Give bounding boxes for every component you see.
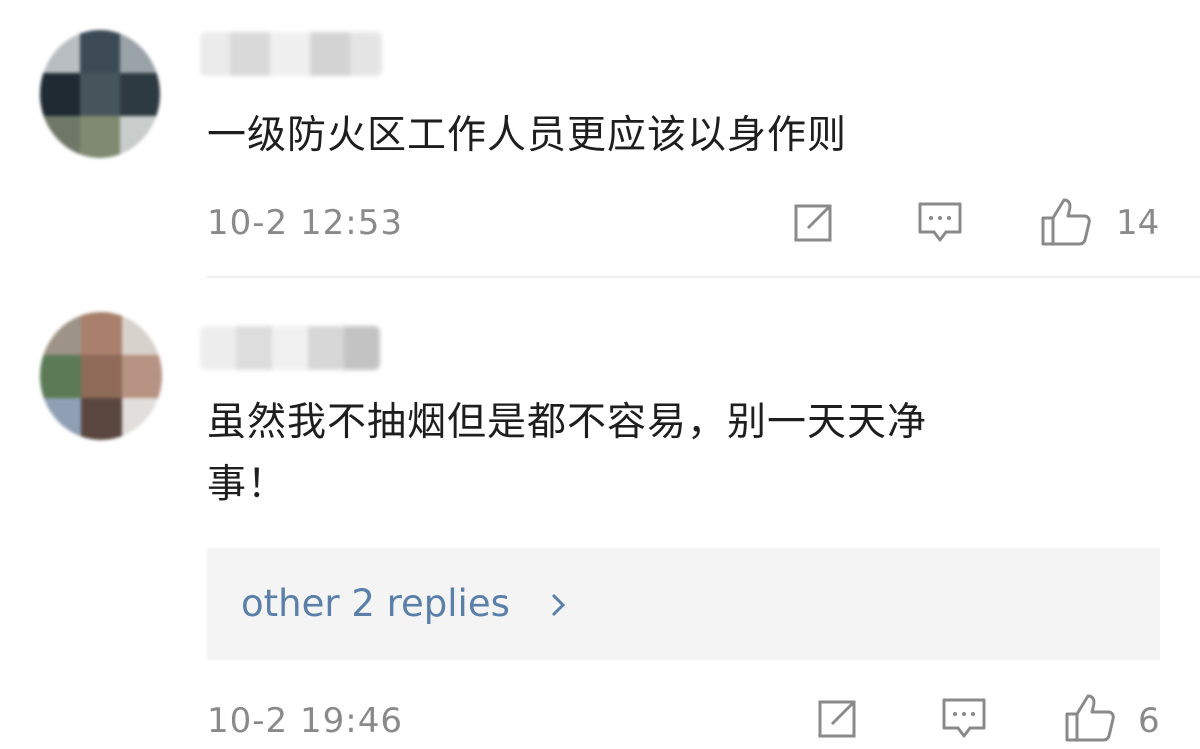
username-blurred[interactable] [200, 32, 382, 76]
comment-icon[interactable] [916, 200, 964, 246]
like-icon[interactable] [1040, 196, 1092, 248]
comment-time: 10-2 19:46 [207, 701, 403, 741]
username-blurred[interactable] [200, 326, 380, 370]
comment-time: 10-2 12:53 [207, 203, 403, 243]
like-icon[interactable] [1064, 692, 1116, 744]
chevron-right-icon [549, 592, 567, 622]
comment-item: 一级防火区工作人员更应该以身作则 10-2 12:53 14 [0, 0, 1200, 278]
like-count: 6 [1138, 701, 1160, 741]
avatar[interactable] [40, 312, 162, 440]
comment-icon[interactable] [940, 696, 988, 742]
share-icon[interactable] [790, 200, 836, 246]
comment-item: 虽然我不抽烟但是都不容易，别一天天净 事！ other 2 replies 10… [0, 278, 1200, 749]
comment-text: 一级防火区工作人员更应该以身作则 [207, 113, 848, 158]
comment-text: 虽然我不抽烟但是都不容易，别一天天净 事！ [207, 400, 928, 507]
share-icon[interactable] [814, 696, 860, 742]
replies-box[interactable]: other 2 replies [207, 548, 1160, 660]
replies-link[interactable]: other 2 replies [241, 582, 510, 625]
like-count: 14 [1116, 203, 1160, 243]
avatar[interactable] [40, 30, 160, 158]
